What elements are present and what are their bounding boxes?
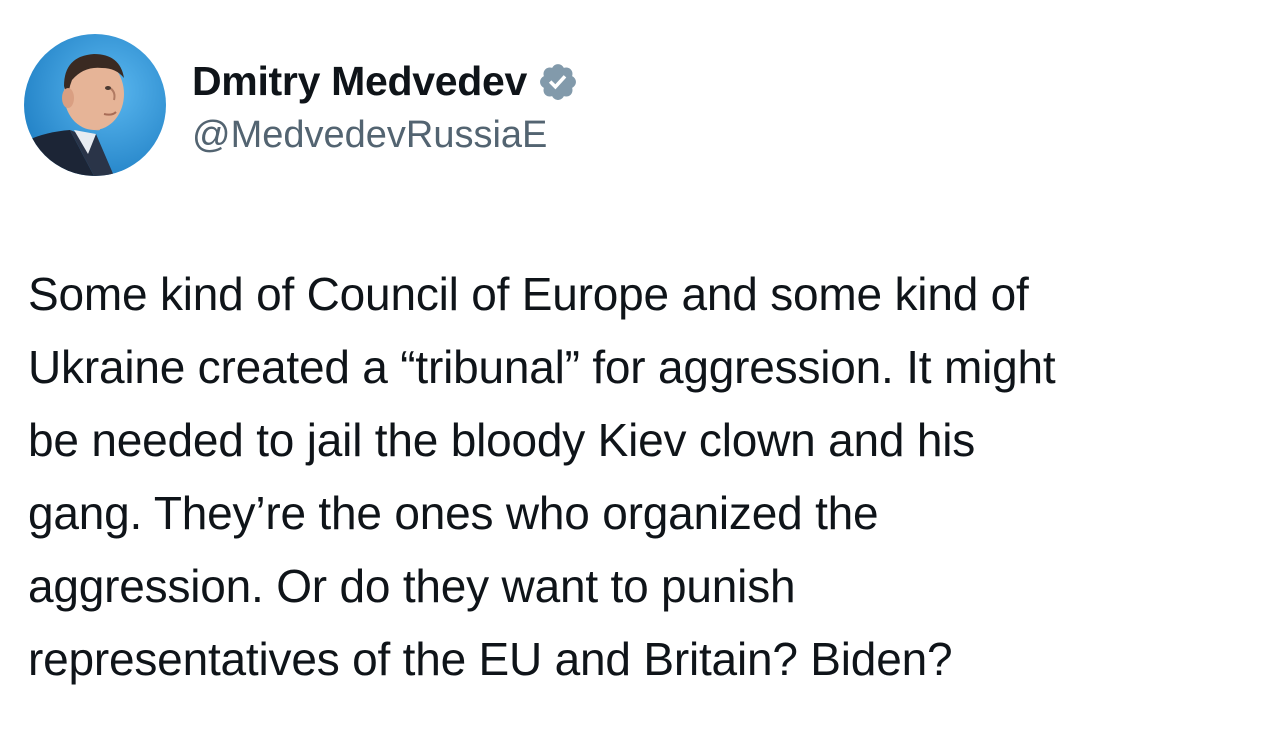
author-handle[interactable]: @MedvedevRussiaE [192,114,579,157]
author-display-name[interactable]: Dmitry Medvedev [192,58,527,105]
tweet-card: Dmitry Medvedev @MedvedevRussiaE Some ki… [0,0,1280,731]
avatar[interactable] [24,34,166,176]
avatar-photo-icon [24,34,166,176]
tweet-text-line: gang. They’re the ones who organized the [28,487,879,539]
tweet-text-line: Ukraine created a “tribunal” for aggress… [28,341,1056,393]
tweet-text-line: be needed to jail the bloody Kiev clown … [28,414,976,466]
verified-badge-icon[interactable] [537,61,579,103]
tweet-text-line: representatives of the EU and Britain? B… [28,633,953,685]
tweet-text-line: aggression. Or do they want to punish [28,560,796,612]
tweet-header: Dmitry Medvedev @MedvedevRussiaE [24,34,579,176]
tweet-text: Some kind of Council of Europe and some … [28,258,1264,696]
name-row: Dmitry Medvedev [192,54,579,110]
tweet-text-line: Some kind of Council of Europe and some … [28,268,1029,320]
author-info: Dmitry Medvedev @MedvedevRussiaE [192,54,579,157]
